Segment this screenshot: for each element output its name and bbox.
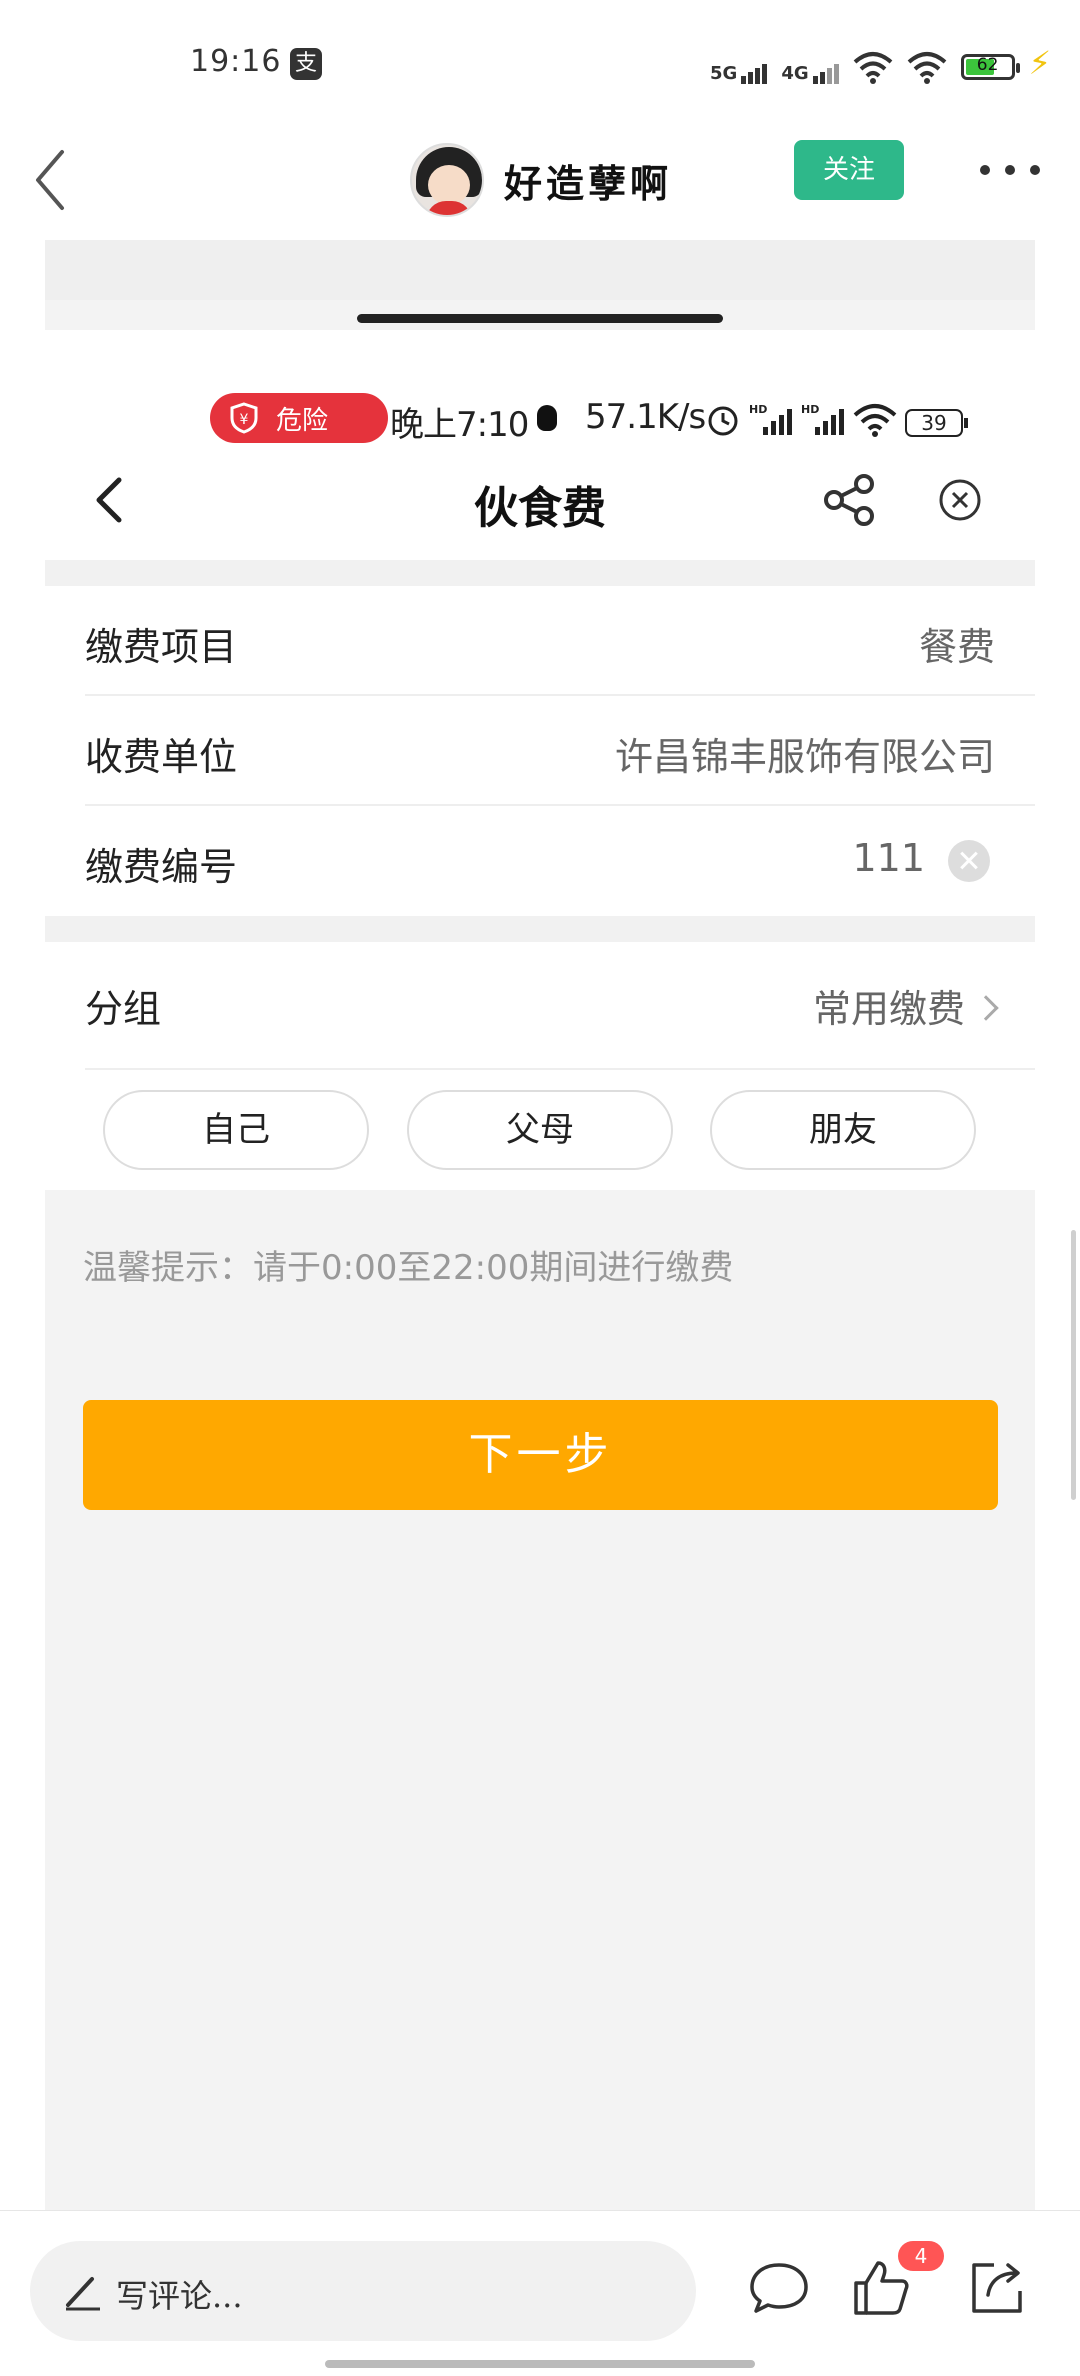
network-speed: 57.1K/s bbox=[585, 397, 706, 437]
comment-bar: 写评论... 4 bbox=[0, 2210, 1080, 2376]
battery-level: 62 bbox=[976, 55, 999, 75]
close-circle-icon[interactable] bbox=[930, 470, 990, 530]
svg-text:HD: HD bbox=[749, 403, 767, 416]
group-chips: 自己 父母 朋友 bbox=[45, 1070, 1035, 1190]
row-label: 收费单位 bbox=[85, 735, 238, 779]
avatar[interactable] bbox=[410, 143, 484, 217]
danger-label: 危险 bbox=[276, 405, 329, 436]
forward-share-icon[interactable] bbox=[964, 2255, 1030, 2321]
signal-4g-icon: 4G bbox=[781, 63, 839, 84]
wifi-icon bbox=[853, 52, 892, 84]
embedded-screenshot: ¥ 危险 晚上7:10 57.1K/s HD HD 39 伙食费 缴费项目 餐费… bbox=[45, 240, 1035, 2210]
chip-self[interactable]: 自己 bbox=[103, 1090, 369, 1170]
payment-number-input[interactable]: 111 bbox=[852, 836, 925, 880]
danger-badge: ¥ 危险 bbox=[210, 393, 388, 443]
svg-text:HD: HD bbox=[801, 403, 819, 416]
row-label: 分组 bbox=[85, 987, 162, 1031]
status-bar: 19:16 支 5G 4G 62 ⚡ bbox=[0, 0, 1080, 130]
chip-friends[interactable]: 朋友 bbox=[710, 1090, 976, 1170]
shield-icon: ¥ bbox=[230, 402, 258, 434]
status-indicators: 5G 4G 62 ⚡ bbox=[710, 44, 1051, 84]
row-value: 许昌锦丰服饰有限公司 bbox=[614, 735, 995, 779]
network-type-4g: 4G bbox=[781, 63, 809, 84]
inner-time: 晚上7:10 bbox=[390, 405, 529, 445]
alarm-icon bbox=[708, 406, 738, 436]
share-icon[interactable] bbox=[820, 470, 880, 530]
wifi-6-icon bbox=[853, 404, 897, 437]
inner-nav-bar: 伙食费 bbox=[45, 450, 1035, 550]
comment-input[interactable]: 写评论... bbox=[30, 2241, 696, 2341]
svg-text:¥: ¥ bbox=[240, 412, 249, 428]
group-value-text: 常用缴费 bbox=[812, 987, 965, 1031]
row-payment-number[interactable]: 缴费编号 111 bbox=[45, 806, 1035, 916]
row-value: 餐费 bbox=[918, 625, 995, 669]
screenshot-top-band bbox=[45, 240, 1035, 300]
home-indicator[interactable] bbox=[325, 2360, 755, 2368]
status-time: 19:16 bbox=[190, 44, 282, 79]
row-label: 缴费项目 bbox=[85, 625, 238, 669]
page-title: 伙食费 bbox=[474, 483, 606, 534]
battery-icon: 62 bbox=[960, 54, 1020, 80]
author-name[interactable]: 好造孽啊 bbox=[504, 153, 672, 208]
section-divider bbox=[45, 916, 1035, 942]
tip-text: 温馨提示：请于0:00至22:00期间进行缴费 bbox=[83, 1248, 734, 1288]
next-step-button[interactable]: 下一步 bbox=[83, 1400, 998, 1510]
more-options-icon[interactable] bbox=[980, 155, 1040, 185]
back-icon[interactable] bbox=[30, 140, 90, 220]
hd-signal-icon: HD bbox=[749, 403, 792, 435]
row-payment-item: 缴费项目 餐费 bbox=[45, 586, 1035, 696]
row-group[interactable]: 分组 常用缴费 bbox=[45, 942, 1035, 1070]
qq-penguin-icon bbox=[537, 405, 557, 431]
clear-input-icon[interactable] bbox=[948, 840, 990, 882]
network-type-5g: 5G bbox=[710, 63, 738, 84]
like-count-badge: 4 bbox=[898, 2241, 944, 2271]
wifi-icon-2 bbox=[907, 52, 946, 84]
author-info[interactable]: 好造孽啊 bbox=[410, 130, 672, 230]
signal-5g-icon: 5G bbox=[710, 63, 768, 84]
screenshot-handle bbox=[357, 314, 723, 323]
scrollbar[interactable] bbox=[1071, 1230, 1076, 1500]
follow-button[interactable]: 关注 bbox=[794, 140, 904, 200]
comment-placeholder: 写评论... bbox=[116, 2277, 243, 2315]
speech-bubble-icon[interactable] bbox=[746, 2255, 812, 2321]
inner-status-icons: HD HD 39 bbox=[705, 401, 968, 437]
group-value[interactable]: 常用缴费 bbox=[812, 978, 999, 1033]
article-header: 好造孽啊 关注 bbox=[0, 130, 1080, 240]
hd-signal-icon-2: HD bbox=[801, 403, 844, 435]
alipay-icon: 支 bbox=[290, 48, 322, 80]
chevron-right-icon bbox=[973, 994, 999, 1021]
inner-status-bar: ¥ 危险 晚上7:10 57.1K/s HD HD 39 bbox=[45, 385, 1035, 445]
inner-battery-icon: 39 bbox=[905, 409, 968, 437]
chip-parents[interactable]: 父母 bbox=[407, 1090, 673, 1170]
section-divider bbox=[45, 560, 1035, 586]
row-payee: 收费单位 许昌锦丰服饰有限公司 bbox=[45, 696, 1035, 806]
charging-icon: ⚡ bbox=[1028, 44, 1052, 82]
pen-icon bbox=[66, 2277, 100, 2311]
row-label: 缴费编号 bbox=[85, 845, 238, 889]
